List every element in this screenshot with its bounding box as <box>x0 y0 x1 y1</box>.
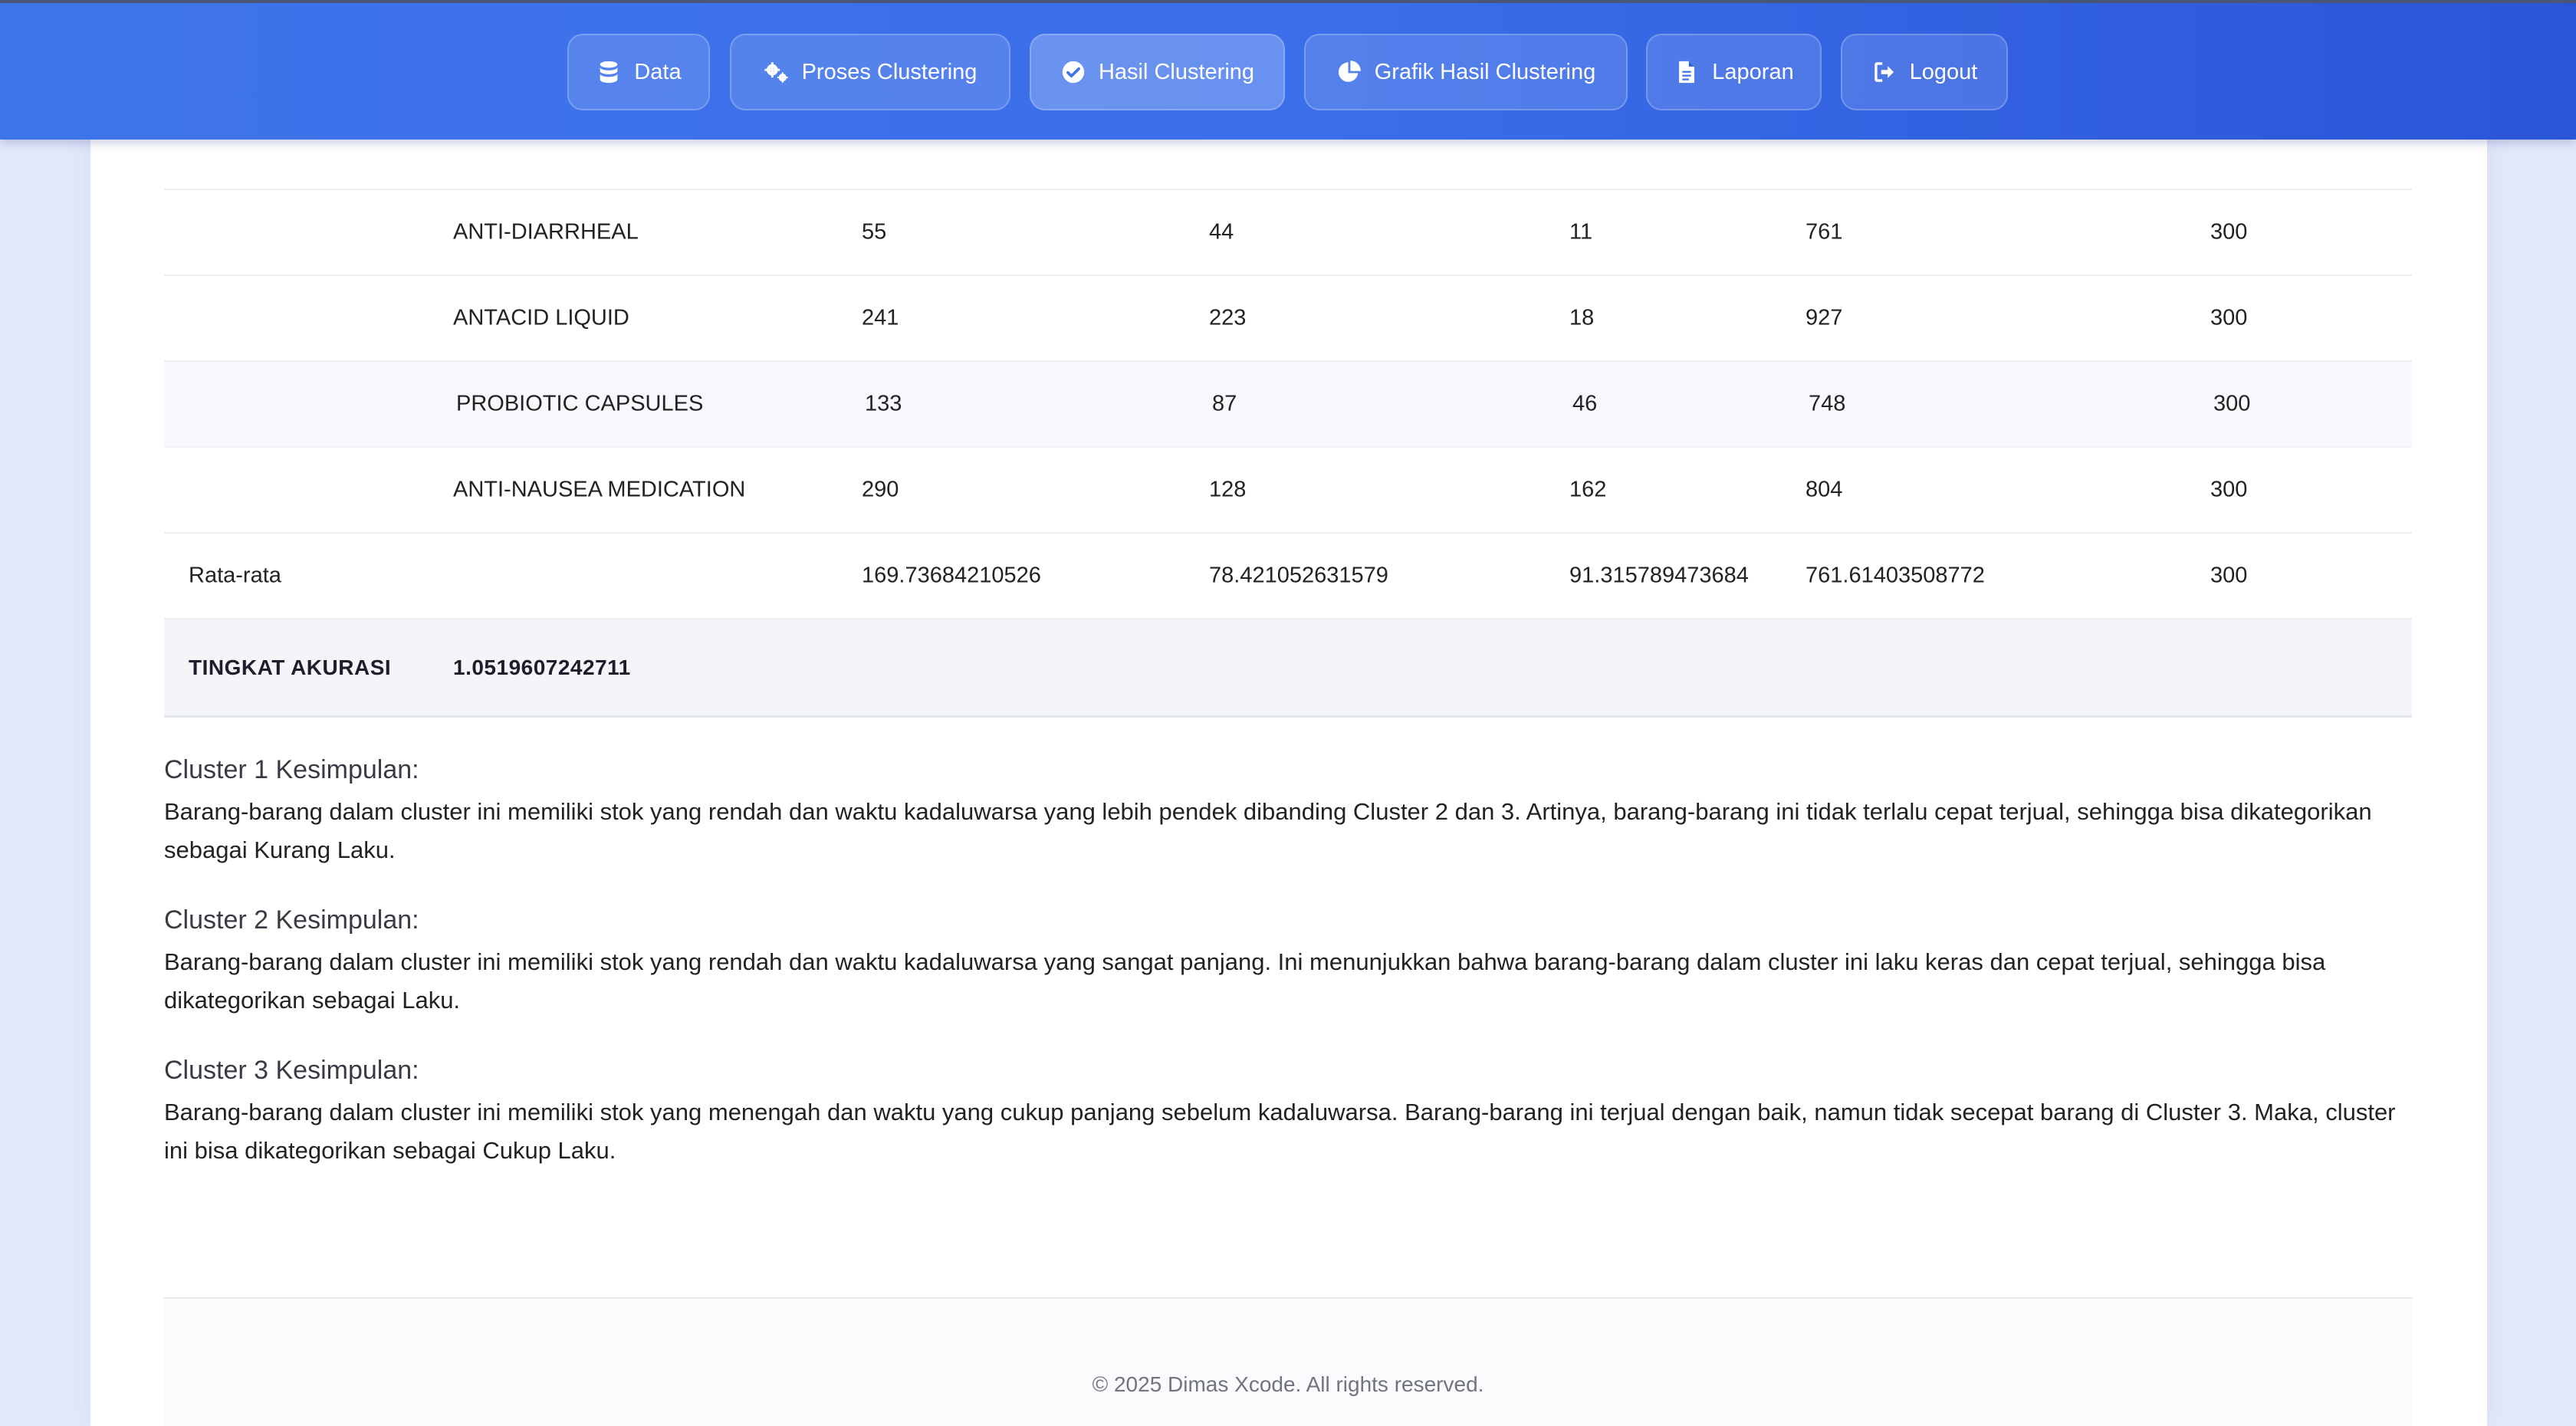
top-navbar: Data Proses Clustering Hasil Clustering … <box>0 0 2576 140</box>
average-cell: 300 <box>2210 563 2248 588</box>
value-cell: 44 <box>1209 219 1234 245</box>
nav-hasil-clustering-button[interactable]: Hasil Clustering <box>1030 34 1285 110</box>
value-cell: 87 <box>1212 391 1237 416</box>
value-cell: 300 <box>2210 305 2248 330</box>
table-row: ANTACID LIQUID 241 223 18 927 300 <box>164 276 2412 362</box>
value-cell: 300 <box>2210 477 2248 502</box>
value-cell: 804 <box>1806 477 1843 502</box>
accuracy-row: TINGKAT AKURASI 1.0519607242711 <box>164 619 2412 718</box>
value-cell: 55 <box>862 219 887 245</box>
table-row-hovered: PROBIOTIC CAPSULES 133 87 46 748 300 <box>164 362 2412 448</box>
nav-laporan-button[interactable]: Laporan <box>1646 34 1822 110</box>
nav-grafik-hasil-clustering-button[interactable]: Grafik Hasil Clustering <box>1304 34 1628 110</box>
nav-proses-clustering-button[interactable]: Proses Clustering <box>730 34 1010 110</box>
nav-label: Grafik Hasil Clustering <box>1374 59 1596 84</box>
cluster-2-conclusion: Cluster 2 Kesimpulan: Barang-barang dala… <box>164 902 2410 1020</box>
conclusion-title: Cluster 1 Kesimpulan: <box>164 755 419 784</box>
accuracy-value: 1.0519607242711 <box>453 655 631 679</box>
document-icon <box>1674 59 1700 85</box>
value-cell: 223 <box>1209 305 1247 330</box>
nav-label: Logout <box>1909 59 1978 84</box>
nav-label: Data <box>634 59 682 84</box>
nav-data-button[interactable]: Data <box>567 34 710 110</box>
footer-copyright: © 2025 Dimas Xcode. All rights reserved. <box>1092 1372 1484 1396</box>
pie-chart-icon <box>1336 59 1362 85</box>
value-cell: 927 <box>1806 305 1843 330</box>
nav-label: Hasil Clustering <box>1098 59 1255 84</box>
conclusion-text: Barang-barang dalam cluster ini memiliki… <box>164 1099 2396 1164</box>
cluster-1-conclusion: Cluster 1 Kesimpulan: Barang-barang dala… <box>164 751 2410 869</box>
value-cell: 133 <box>865 391 902 416</box>
value-cell: 761 <box>1806 219 1843 245</box>
average-row: Rata-rata 169.73684210526 78.42105263157… <box>164 534 2412 619</box>
value-cell: 11 <box>1569 219 1593 245</box>
item-name-cell: ANTI-DIARRHEAL <box>453 219 639 245</box>
value-cell: 241 <box>862 305 899 330</box>
nav-label: Proses Clustering <box>801 59 978 84</box>
value-cell: 748 <box>1809 391 1846 416</box>
value-cell: 162 <box>1569 477 1607 502</box>
gears-icon <box>764 59 790 85</box>
conclusion-title: Cluster 3 Kesimpulan: <box>164 1056 419 1085</box>
average-cell: 78.421052631579 <box>1209 563 1388 588</box>
logout-icon <box>1871 59 1898 85</box>
check-circle-icon <box>1060 59 1086 85</box>
value-cell: 128 <box>1209 477 1247 502</box>
nav-logout-button[interactable]: Logout <box>1841 34 2008 110</box>
average-cell: 761.61403508772 <box>1806 563 1985 588</box>
footer-area <box>164 1299 2412 1426</box>
item-name-cell: PROBIOTIC CAPSULES <box>456 391 704 416</box>
cluster-3-conclusion: Cluster 3 Kesimpulan: Barang-barang dala… <box>164 1052 2410 1170</box>
conclusion-text: Barang-barang dalam cluster ini memiliki… <box>164 948 2326 1014</box>
average-cell: 91.315789473684 <box>1569 563 1749 588</box>
value-cell: 46 <box>1572 391 1598 416</box>
average-label: Rata-rata <box>189 563 281 588</box>
conclusion-title: Cluster 2 Kesimpulan: <box>164 905 419 935</box>
database-icon <box>596 59 622 85</box>
item-name-cell: ANTI-NAUSEA MEDICATION <box>453 477 746 502</box>
value-cell: 18 <box>1569 305 1595 330</box>
value-cell: 300 <box>2210 219 2248 245</box>
average-cell: 169.73684210526 <box>862 563 1041 588</box>
table-row: ANTI-NAUSEA MEDICATION 290 128 162 804 3… <box>164 448 2412 534</box>
value-cell: 300 <box>2213 391 2251 416</box>
accuracy-label: TINGKAT AKURASI <box>189 655 392 679</box>
value-cell: 290 <box>862 477 899 502</box>
nav-label: Laporan <box>1712 59 1794 84</box>
item-name-cell: ANTACID LIQUID <box>453 305 629 330</box>
conclusion-text: Barang-barang dalam cluster ini memiliki… <box>164 798 2372 863</box>
table-row: ANTI-DIARRHEAL 55 44 11 761 300 <box>164 190 2412 276</box>
